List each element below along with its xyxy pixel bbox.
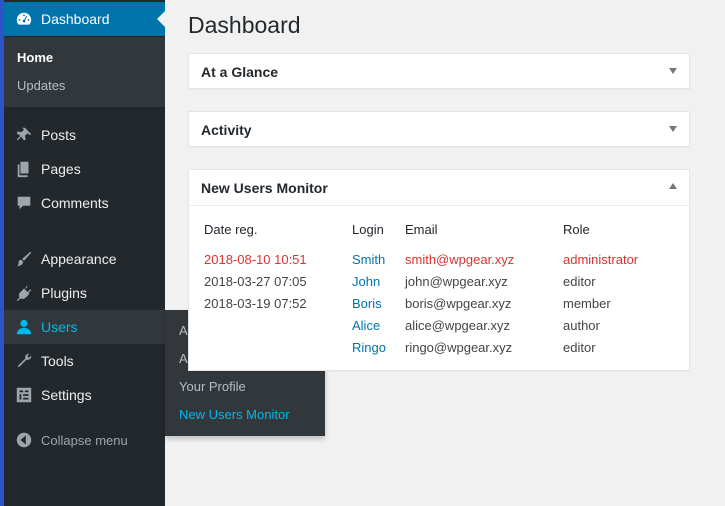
at-a-glance-widget: At a Glance <box>188 53 690 89</box>
column-header-date: Date reg. <box>204 222 258 237</box>
table-cell-email: alice@wpgear.xyz <box>405 318 510 333</box>
new-users-monitor-title: New Users Monitor <box>201 179 328 196</box>
admin-sidebar: Dashboard Home Updates Posts Pages Comme… <box>4 0 165 506</box>
menu-settings-label: Settings <box>41 387 92 403</box>
menu-users-label: Users <box>41 319 78 335</box>
menu-dashboard[interactable]: Dashboard <box>4 2 165 36</box>
current-arrow <box>157 11 165 27</box>
table-cell-login[interactable]: Boris <box>352 296 382 311</box>
activity-header[interactable]: Activity <box>189 112 689 147</box>
table-cell-role: editor <box>563 340 596 355</box>
menu-pages-label: Pages <box>41 161 81 177</box>
table-cell-login[interactable]: John <box>352 274 380 289</box>
table-cell-date: 2018-03-19 07:52 <box>204 296 307 311</box>
table-cell-login[interactable]: Smith <box>352 252 385 267</box>
comment-icon <box>13 192 35 214</box>
menu-appearance-label: Appearance <box>41 251 117 267</box>
toggle-arrow-icon[interactable] <box>669 126 677 132</box>
menu-comments[interactable]: Comments <box>4 186 165 220</box>
submenu-home[interactable]: Home <box>17 50 53 65</box>
collapse-icon <box>13 429 35 451</box>
settings-icon <box>13 384 35 406</box>
users-table: Date reg. Login Email Role 2018-08-10 10… <box>189 205 689 371</box>
table-cell-email: boris@wpgear.xyz <box>405 296 512 311</box>
table-cell-role: editor <box>563 274 596 289</box>
table-cell-login[interactable]: Alice <box>352 318 380 333</box>
menu-dashboard-label: Dashboard <box>41 11 110 27</box>
toggle-arrow-icon[interactable] <box>669 183 677 189</box>
column-header-role: Role <box>563 222 590 237</box>
menu-tools-label: Tools <box>41 353 74 369</box>
new-users-monitor-header[interactable]: New Users Monitor <box>189 170 689 205</box>
menu-users[interactable]: Users <box>4 310 165 344</box>
table-cell-role: author <box>563 318 600 333</box>
table-cell-role: member <box>563 296 611 311</box>
plugin-icon <box>13 282 35 304</box>
pushpin-icon <box>13 124 35 146</box>
table-cell-role: administrator <box>563 252 639 267</box>
at-a-glance-title: At a Glance <box>201 63 279 80</box>
submenu-updates[interactable]: Updates <box>17 78 65 93</box>
at-a-glance-header[interactable]: At a Glance <box>189 54 689 89</box>
table-cell-email: john@wpgear.xyz <box>405 274 508 289</box>
column-header-email: Email <box>405 222 438 237</box>
collapse-menu-button[interactable]: Collapse menu <box>4 426 165 454</box>
dashboard-submenu: Home Updates <box>4 37 165 107</box>
user-icon <box>13 316 35 338</box>
menu-settings[interactable]: Settings <box>4 378 165 412</box>
menu-appearance[interactable]: Appearance <box>4 242 165 276</box>
table-cell-email: ringo@wpgear.xyz <box>405 340 513 355</box>
flyout-new-users-monitor[interactable]: New Users Monitor <box>179 407 290 422</box>
collapse-menu-label: Collapse menu <box>41 432 128 448</box>
dashboard-icon <box>13 8 35 30</box>
flyout-arrow <box>157 319 165 335</box>
flyout-your-profile[interactable]: Your Profile <box>179 379 246 394</box>
menu-pages[interactable]: Pages <box>4 152 165 186</box>
table-cell-date: 2018-03-27 07:05 <box>204 274 307 289</box>
activity-title: Activity <box>201 121 252 138</box>
brush-icon <box>13 248 35 270</box>
table-cell-email: smith@wpgear.xyz <box>405 252 515 267</box>
table-cell-login[interactable]: Ringo <box>352 340 386 355</box>
new-users-monitor-widget: New Users Monitor Date reg. Login Email … <box>188 169 690 371</box>
pages-icon <box>13 158 35 180</box>
toggle-arrow-icon[interactable] <box>669 68 677 74</box>
table-cell-date: 2018-08-10 10:51 <box>204 252 307 267</box>
menu-posts-label: Posts <box>41 127 77 143</box>
menu-posts[interactable]: Posts <box>4 118 165 152</box>
menu-plugins-label: Plugins <box>41 285 87 301</box>
column-header-login: Login <box>352 222 384 237</box>
wrench-icon <box>13 350 35 372</box>
page-title: Dashboard <box>188 12 301 38</box>
activity-widget: Activity <box>188 111 690 147</box>
menu-comments-label: Comments <box>41 195 109 211</box>
menu-plugins[interactable]: Plugins <box>4 276 165 310</box>
menu-tools[interactable]: Tools <box>4 344 165 378</box>
